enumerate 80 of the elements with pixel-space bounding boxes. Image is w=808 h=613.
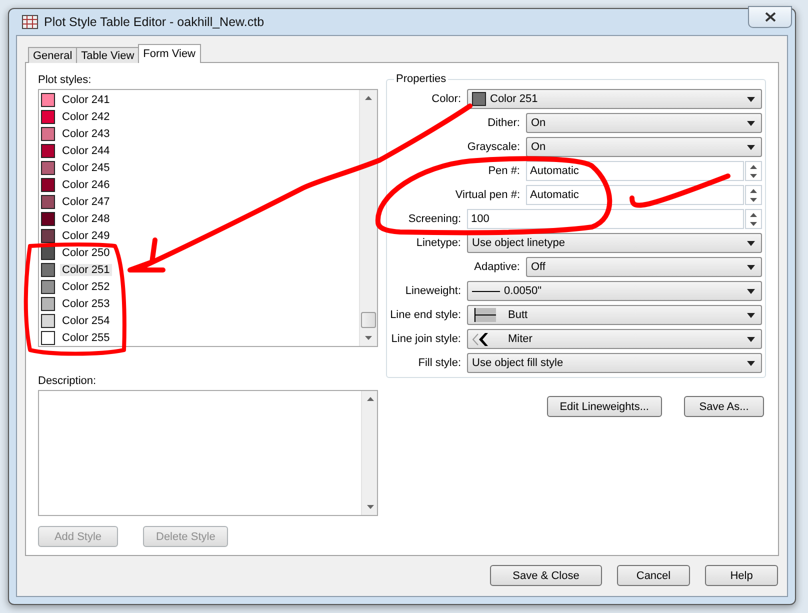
list-item[interactable]: Color 245 [60,162,112,174]
list-item[interactable]: Color 241 [60,94,112,106]
group-title: Properties [395,73,448,85]
spin-down-icon[interactable] [750,222,757,226]
action-button[interactable]: Save As... [684,396,764,417]
scroll-thumb[interactable] [361,312,376,328]
close-button[interactable] [748,6,792,28]
scroll-down-icon[interactable] [367,505,374,509]
dropdown-arrow-icon [747,312,755,318]
spin-up-icon[interactable] [750,164,757,168]
dropdown[interactable]: On [526,113,762,133]
field-label: Dither: [486,117,521,129]
field-label: Color: [430,93,462,105]
dropdown-arrow-icon [747,120,755,126]
dropdown-arrow-icon [747,96,755,102]
list-item[interactable]: Color 246 [60,178,112,190]
description-label: Description: [38,374,98,388]
list-item[interactable]: Color 250 [60,246,112,258]
dropdown[interactable]: Butt [467,305,762,325]
dropdown[interactable]: On [526,137,762,157]
close-icon [764,12,776,22]
dropdown-arrow-icon [747,264,755,270]
dropdown-arrow-icon [747,240,755,246]
dropdown-arrow-icon [747,288,755,294]
dropdown-arrow-icon [747,144,755,150]
scroll-up-icon[interactable] [367,397,374,402]
dropdown[interactable]: Use object fill style [467,353,762,373]
window-title: Plot Style Table Editor - oakhill_New.ctb [44,15,264,29]
field-label: Adaptive: [473,261,521,273]
spin-down-icon[interactable] [750,174,757,178]
line-icon [472,290,500,292]
dropdown[interactable]: Color 251 [467,89,762,109]
dialog-button[interactable]: Save & Close [490,565,602,586]
list-item[interactable]: Color 243 [60,128,112,140]
list-label: Plot styles: [38,73,92,87]
list-item[interactable]: Color 253 [60,298,112,310]
spinner-control[interactable] [745,209,762,229]
scrollbar[interactable] [359,90,377,346]
dropdown[interactable]: Off [526,257,762,277]
dialog-button[interactable]: Help [705,565,778,586]
field-label: Pen #: [487,165,521,177]
field-label: Screening: [407,213,462,225]
field-label: Virtual pen #: [454,189,521,201]
field-label: Lineweight: [404,285,462,297]
spin-down-icon[interactable] [750,198,757,202]
field-label: Line join style: [390,333,462,345]
list-item[interactable]: Color 251 [60,264,112,276]
field-label: Grayscale: [466,141,521,153]
field-label: Fill style: [417,357,462,369]
spinner-control[interactable] [745,161,762,181]
number-field[interactable]: 100 [467,209,744,229]
field-label: Line end style: [390,309,462,321]
tab[interactable]: Table View [76,47,140,63]
list-item[interactable]: Color 242 [60,110,112,122]
description-field[interactable] [38,390,378,516]
action-button[interactable]: Edit Lineweights... [546,396,662,417]
list-item[interactable]: Color 249 [60,230,112,242]
scroll-up-icon[interactable] [365,96,372,100]
dropdown[interactable]: Miter [467,329,762,349]
list-item[interactable]: Color 248 [60,212,112,224]
list-item[interactable]: Color 254 [60,314,112,326]
dropdown[interactable]: 0.0050" [467,281,762,301]
table-editor-icon [22,15,38,29]
field-label: Linetype: [415,237,462,249]
tab[interactable]: Form View [138,44,201,63]
dropdown[interactable]: Use object linetype [467,233,762,253]
dropdown-arrow-icon [747,360,755,366]
tab[interactable]: General [28,47,78,63]
butt-end-icon [472,308,496,322]
dropdown-arrow-icon [747,336,755,342]
list-item[interactable]: Color 255 [60,332,112,344]
scroll-down-icon[interactable] [365,336,372,340]
spin-up-icon[interactable] [750,188,757,192]
list-item[interactable]: Color 244 [60,144,112,156]
spinner-control[interactable] [745,185,762,205]
list-item[interactable]: Color 252 [60,280,112,292]
number-field[interactable]: Automatic [526,161,744,181]
dialog-button[interactable]: Cancel [617,565,690,586]
spin-up-icon[interactable] [750,212,757,216]
list-item[interactable]: Color 247 [60,196,112,208]
